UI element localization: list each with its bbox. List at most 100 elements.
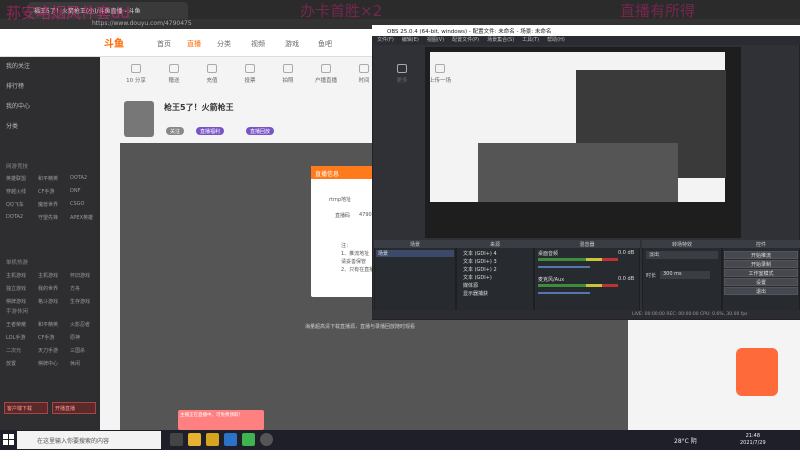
toolbar-item[interactable]: 充值 xyxy=(194,64,230,84)
toolbar-item[interactable]: 拍照 xyxy=(270,64,306,84)
sec1-item[interactable]: 魔兽世界 xyxy=(38,201,58,208)
source-item[interactable]: 文本 (GDI+) xyxy=(463,274,492,281)
nav-home[interactable]: 首页 xyxy=(157,39,171,49)
transition-select[interactable]: 淡出 xyxy=(646,251,718,259)
clock-date: 2021/7/29 xyxy=(740,440,766,446)
menu-scene-collection[interactable]: 场景集合(S) xyxy=(487,37,514,43)
source-item[interactable]: 显示器捕获 xyxy=(463,290,488,297)
sec1-item[interactable]: APEX英雄 xyxy=(70,214,93,221)
nav-live[interactable]: 直播 xyxy=(187,39,201,49)
sec3-item[interactable]: 二次元 xyxy=(6,347,21,354)
toolbar-item[interactable]: 10 分享 xyxy=(118,64,154,84)
sec1-item[interactable]: DOTA2 xyxy=(6,214,23,220)
sec2-item[interactable]: 方舟 xyxy=(70,285,80,292)
sec1-item[interactable]: CF手游 xyxy=(38,188,54,195)
file-explorer-icon[interactable] xyxy=(188,433,201,446)
start-recording-button[interactable]: 开始录制 xyxy=(724,260,798,268)
welfare-pill[interactable]: 直播福利 xyxy=(196,127,225,135)
download-client-button[interactable]: 客户端下载 xyxy=(4,402,48,414)
toolbar-item[interactable]: 投票 xyxy=(232,64,268,84)
source-item[interactable]: 媒体源 xyxy=(463,282,478,289)
toolbar-item[interactable]: 上传一场 xyxy=(422,64,458,84)
douyu-logo[interactable]: 斗鱼 xyxy=(104,35,124,50)
sec3-item[interactable]: 火影忍者 xyxy=(70,321,90,328)
sec2-item[interactable]: 生存游戏 xyxy=(70,298,90,305)
follow-pill[interactable]: 关注 xyxy=(166,127,185,135)
sec3-item[interactable]: 棋牌中心 xyxy=(38,360,58,367)
sec3-item[interactable]: 休闲 xyxy=(70,360,80,367)
task-view-icon[interactable] xyxy=(170,433,183,446)
menu-edit[interactable]: 编辑(E) xyxy=(402,37,419,43)
nav-video[interactable]: 视频 xyxy=(251,39,265,49)
sec3-item[interactable]: 放置 xyxy=(6,360,16,367)
weather-widget[interactable]: 28°C 阴 xyxy=(674,436,697,445)
sec3-item[interactable]: 王者荣耀 xyxy=(6,321,26,328)
avatar[interactable] xyxy=(124,101,154,137)
replay-pill[interactable]: 直播回放 xyxy=(246,127,275,135)
sec1-item[interactable]: CSGO xyxy=(70,201,84,207)
menu-view[interactable]: 视图(V) xyxy=(427,37,444,43)
note-line-3: 2、只有在直播 xyxy=(341,267,375,273)
sidebar-item-follow[interactable]: 我的关注 xyxy=(6,61,30,70)
desktop-volume-slider[interactable] xyxy=(538,266,590,268)
menu-help[interactable]: 帮助(H) xyxy=(547,37,565,43)
toolbar-item[interactable]: 更多 xyxy=(384,64,420,84)
sec1-item[interactable]: DOTA2 xyxy=(70,175,87,181)
nav-game[interactable]: 游戏 xyxy=(285,39,299,49)
studio-mode-button[interactable]: 工作室模式 xyxy=(724,269,798,277)
dialog-title: 直播信息 xyxy=(311,166,377,179)
sec3-item[interactable]: CF手游 xyxy=(38,334,54,341)
start-streaming-button[interactable]: 开始推流 xyxy=(724,251,798,259)
menu-file[interactable]: 文件(F) xyxy=(377,37,394,43)
promo-popup[interactable]: 主播正在直播中，可免费领取！ xyxy=(178,410,264,430)
start-live-button[interactable]: 开播直播 xyxy=(52,402,96,414)
sec3-item[interactable]: 原神 xyxy=(70,334,80,341)
source-item[interactable]: 文本 (GDI+) 2 xyxy=(463,266,497,273)
sec1-item[interactable]: DNF xyxy=(70,188,80,194)
sidebar-item-center[interactable]: 我的中心 xyxy=(6,101,30,110)
nav-category[interactable]: 分类 xyxy=(217,39,231,49)
sec3-item[interactable]: 天刀手游 xyxy=(38,347,58,354)
sec3-item[interactable]: LOL手游 xyxy=(6,334,25,341)
sec1-item[interactable]: 英雄联盟 xyxy=(6,175,26,182)
sec2-item[interactable]: 我的世界 xyxy=(38,285,58,292)
sec3-item[interactable]: 三国杀 xyxy=(70,347,85,354)
source-item[interactable]: 文本 (GDI+) 4 xyxy=(463,250,497,257)
obs-taskbar-icon[interactable] xyxy=(260,433,273,446)
menu-profile[interactable]: 配置文件(P) xyxy=(452,37,479,43)
ad-gift-banner[interactable] xyxy=(736,348,778,396)
menu-tools[interactable]: 工具(T) xyxy=(522,37,539,43)
sec1-item[interactable]: QQ飞车 xyxy=(6,201,24,208)
sidebar-item-category[interactable]: 分类 xyxy=(6,121,18,130)
duration-input[interactable]: 300 ms xyxy=(660,271,710,279)
sec1-item[interactable]: 守望先锋 xyxy=(38,214,58,221)
app-icon[interactable] xyxy=(206,433,219,446)
exit-button[interactable]: 退出 xyxy=(724,287,798,295)
sec2-item[interactable]: 格斗游戏 xyxy=(38,298,58,305)
sec2-item[interactable]: 棋牌游戏 xyxy=(6,298,26,305)
chrome-icon[interactable] xyxy=(242,433,255,446)
nav-fishbar[interactable]: 鱼吧 xyxy=(318,39,332,49)
code-label: 直播码 xyxy=(335,213,351,219)
sec2-item[interactable]: 主机游戏 xyxy=(6,272,26,279)
taskbar-search-input[interactable]: 在这里输入你要搜索的内容 xyxy=(17,431,161,449)
toolbar-label: 充值 xyxy=(206,78,218,84)
sidebar-item-rank[interactable]: 排行榜 xyxy=(6,81,24,90)
mic-audio-meter xyxy=(538,284,618,287)
clock[interactable]: 21:48 2021/7/29 xyxy=(740,433,766,447)
sec2-item[interactable]: 独立游戏 xyxy=(6,285,26,292)
sec2-item[interactable]: 怀旧游戏 xyxy=(70,272,90,279)
sec2-item[interactable]: 主机游戏 xyxy=(38,272,58,279)
toolbar-item[interactable]: 赠送 xyxy=(156,64,192,84)
mic-volume-slider[interactable] xyxy=(538,292,590,294)
edge-icon[interactable] xyxy=(224,433,237,446)
windows-start-icon[interactable] xyxy=(3,434,14,445)
toolbar-item[interactable]: 户播直播 xyxy=(308,64,344,84)
sec1-item[interactable]: 和平精英 xyxy=(38,175,58,182)
toolbar-item[interactable]: 时间 xyxy=(346,64,382,84)
sec3-item[interactable]: 和平精英 xyxy=(38,321,58,328)
source-item[interactable]: 文本 (GDI+) 3 xyxy=(463,258,497,265)
scene-item[interactable]: 场景 xyxy=(376,250,454,257)
settings-button[interactable]: 设置 xyxy=(724,278,798,286)
sec1-item[interactable]: 穿越火线 xyxy=(6,188,26,195)
